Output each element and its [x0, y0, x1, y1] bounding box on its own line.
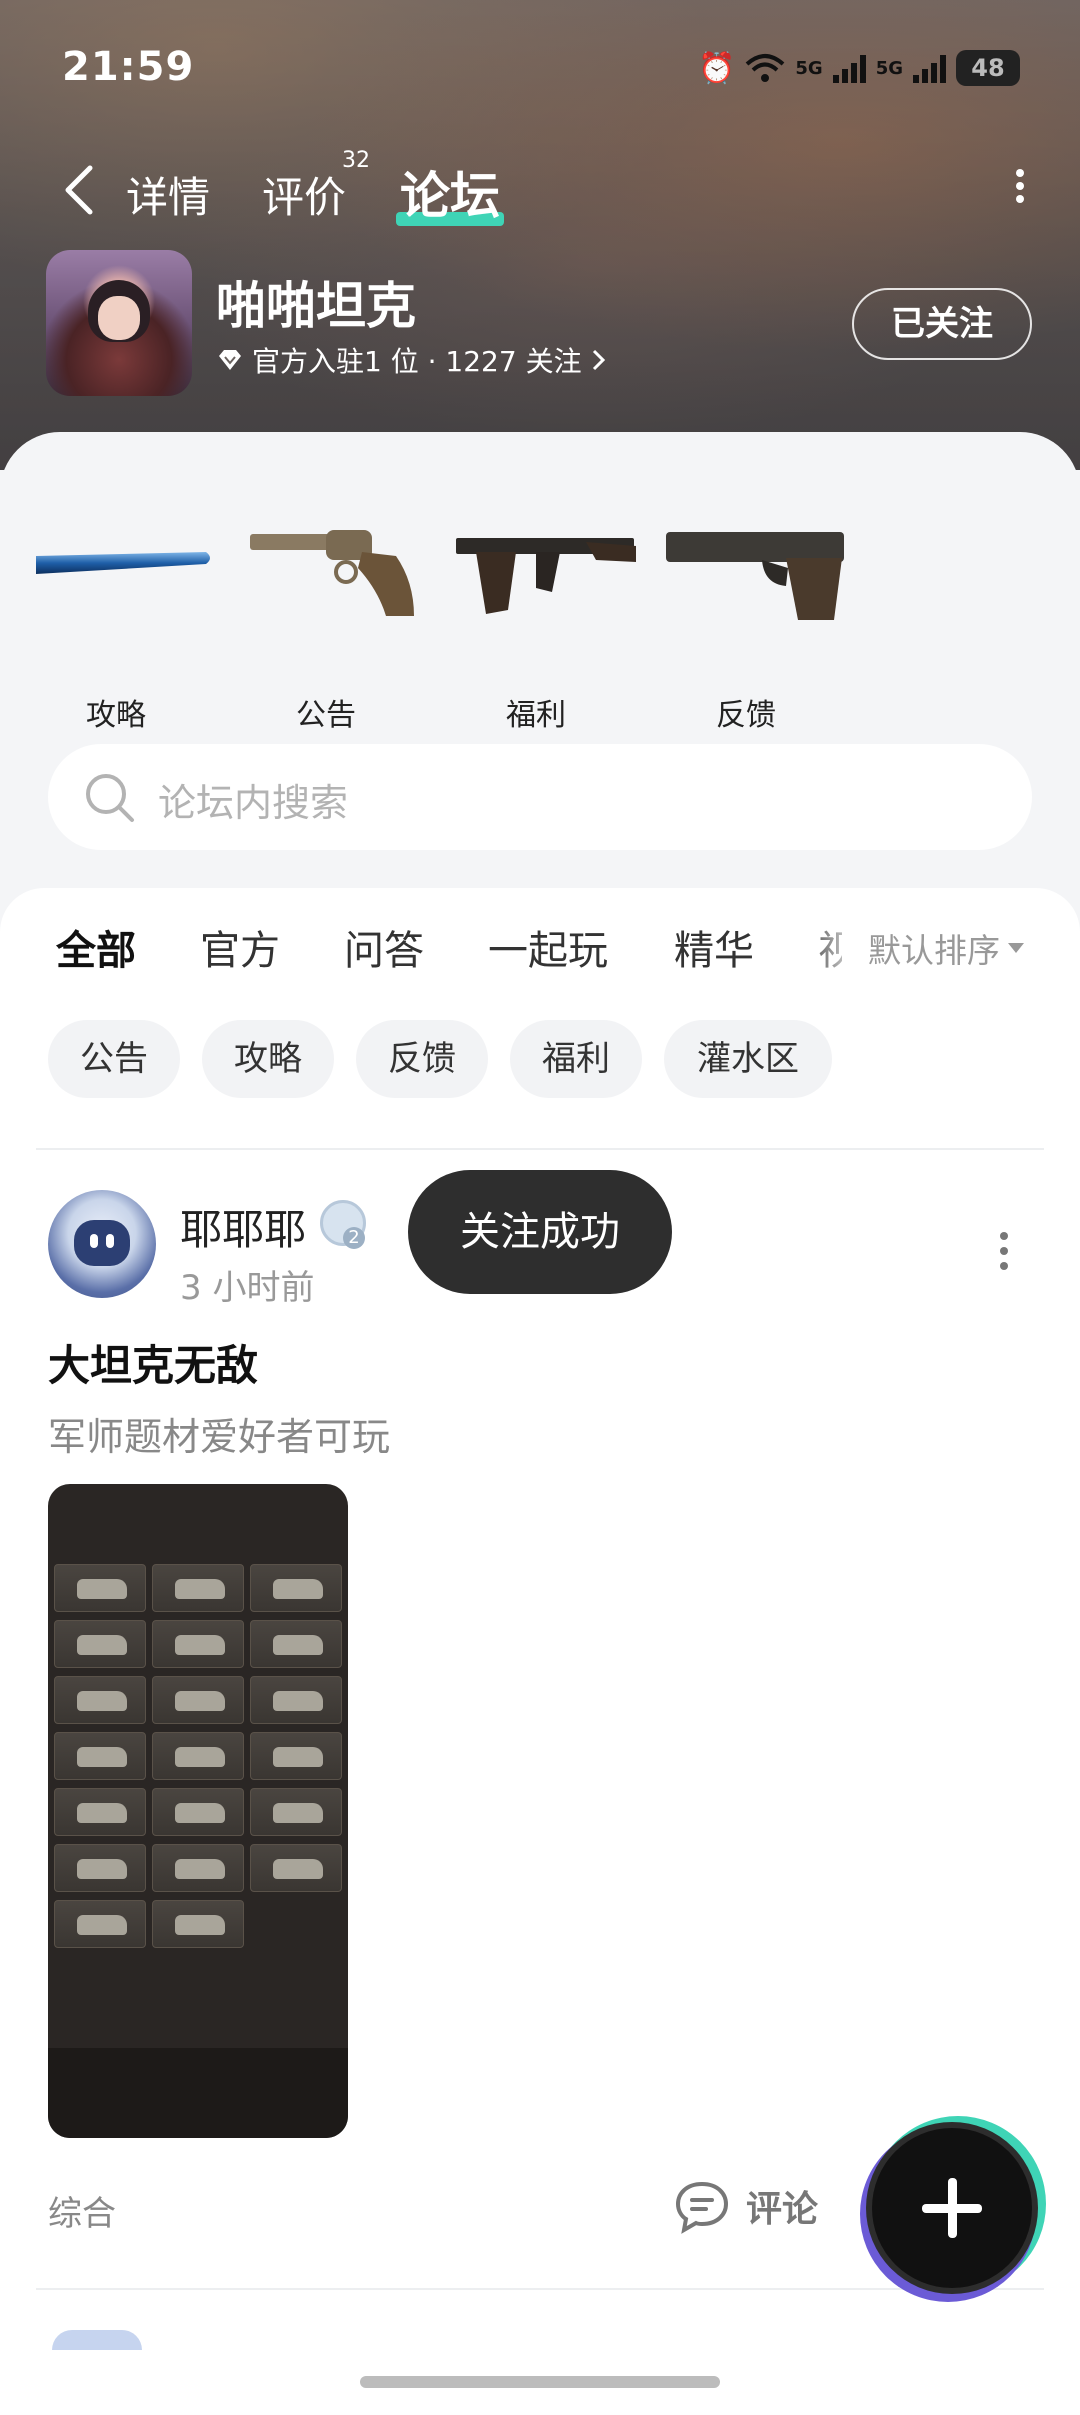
- comment-icon: [675, 2181, 729, 2234]
- create-post-button[interactable]: [872, 2128, 1032, 2288]
- category-label: 公告: [296, 698, 356, 733]
- feed-tab-all[interactable]: 全部: [56, 918, 136, 982]
- feed-tabs: 全部 官方 问答 一起玩 精华 视 默认排序: [0, 918, 1080, 998]
- chip-welfare[interactable]: 福利: [510, 1020, 642, 1098]
- feed-tab-official[interactable]: 官方: [200, 918, 280, 976]
- category-label: 福利: [506, 698, 566, 733]
- battery-icon: 48: [956, 50, 1020, 86]
- top-nav: 详情 评价 32 论坛: [0, 148, 1080, 230]
- game-title: 啪啪坦克: [216, 277, 416, 335]
- feed-tab-play-together[interactable]: 一起玩: [488, 918, 608, 976]
- post-screenshot-image[interactable]: [48, 1484, 348, 2138]
- revolver-icon: [250, 530, 414, 616]
- comment-label: 评论: [746, 2189, 819, 2230]
- tab-forum[interactable]: 论坛: [396, 156, 504, 228]
- category-welfare[interactable]: 福利: [456, 472, 636, 742]
- tab-reviews[interactable]: 评价: [262, 164, 346, 225]
- sort-label: 默认排序: [868, 931, 1000, 970]
- image-bottom-bar: [48, 2048, 348, 2138]
- more-vertical-icon[interactable]: [990, 164, 1050, 216]
- reviews-count-badge: 32: [342, 148, 370, 173]
- rifle-icon: [456, 538, 636, 614]
- post-title: 大坦克无敌: [48, 1341, 259, 1390]
- game-meta-text: 官方入驻1 位 · 1227 关注: [252, 345, 582, 378]
- avatar-eye: [106, 1234, 114, 1248]
- alarm-icon: ⏰: [698, 50, 736, 86]
- post-category-label: 综合: [48, 2194, 116, 2234]
- category-feedback[interactable]: 反馈: [666, 472, 846, 742]
- chip-chat[interactable]: 灌水区: [664, 1020, 832, 1098]
- back-arrow-icon[interactable]: [58, 164, 102, 216]
- status-icons: ⏰ 5G 5G 48: [698, 50, 1020, 86]
- home-indicator[interactable]: [360, 2376, 720, 2388]
- signal-icon: [832, 53, 866, 83]
- category-announcement[interactable]: 公告: [246, 472, 426, 742]
- feed-tab-qa[interactable]: 问答: [344, 918, 424, 976]
- chip-feedback[interactable]: 反馈: [356, 1020, 488, 1098]
- post-author[interactable]: 耶耶耶: [180, 1196, 306, 1257]
- caret-down-icon: [1008, 943, 1024, 953]
- next-post-avatar: [52, 2330, 142, 2350]
- toast-follow-success: 关注成功: [408, 1170, 672, 1294]
- feed-tab-featured[interactable]: 精华: [674, 918, 754, 976]
- post-time: 3 小时前: [180, 1268, 315, 1308]
- game-app-icon[interactable]: [46, 250, 192, 396]
- status-bar: 21:59 ⏰ 5G 5G 48: [0, 40, 1080, 100]
- divider: [36, 2288, 1044, 2290]
- more-vertical-icon[interactable]: [992, 1228, 1016, 1288]
- pistol-icon: [666, 532, 844, 620]
- game-card: 啪啪坦克 官方入驻1 位 · 1227 关注 已关注: [0, 250, 1080, 400]
- search-placeholder: 论坛内搜索: [158, 781, 349, 825]
- post-body: 军师题材爱好者可玩: [48, 1415, 391, 1459]
- signal-icon-2: [913, 53, 946, 83]
- diamond-icon: [219, 350, 241, 370]
- sort-dropdown[interactable]: 默认排序: [868, 924, 1024, 972]
- game-meta[interactable]: 官方入驻1 位 · 1227 关注: [216, 340, 608, 380]
- chip-announcement[interactable]: 公告: [48, 1020, 180, 1098]
- chevron-right-icon: [592, 349, 605, 371]
- chip-guide[interactable]: 攻略: [202, 1020, 334, 1098]
- follow-button[interactable]: 已关注: [852, 288, 1032, 360]
- level-badge-icon: [320, 1200, 366, 1249]
- category-label: 反馈: [716, 698, 776, 733]
- tab-details[interactable]: 详情: [126, 164, 210, 225]
- wifi-icon: [746, 54, 785, 82]
- status-time: 21:59: [62, 44, 195, 90]
- forum-search-bar[interactable]: 论坛内搜索: [48, 744, 1032, 850]
- divider: [36, 1148, 1044, 1150]
- avatar-eye: [90, 1234, 98, 1248]
- category-label: 攻略: [86, 698, 146, 733]
- search-icon: [86, 774, 134, 822]
- forum-categories: 攻略 公告 福利 反馈: [0, 472, 1080, 742]
- baseball-bat-icon: [36, 552, 210, 574]
- comment-button[interactable]: 评论: [672, 2178, 818, 2234]
- category-guide[interactable]: 攻略: [36, 472, 216, 742]
- avatar[interactable]: [48, 1190, 156, 1298]
- network-label-1: 5G: [795, 57, 823, 79]
- network-label-2: 5G: [875, 57, 903, 79]
